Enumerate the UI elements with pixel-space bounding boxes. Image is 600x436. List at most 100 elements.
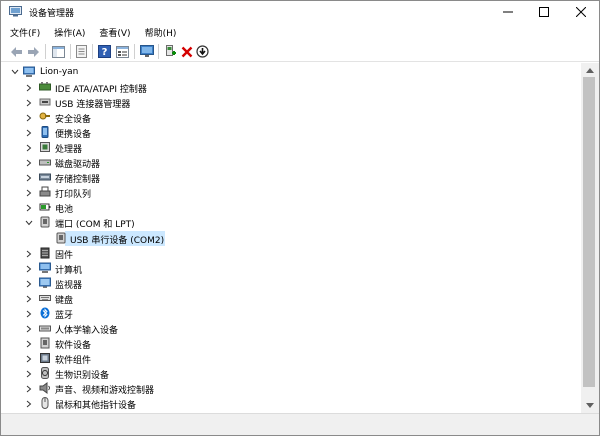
tree-category-label[interactable]: 打印队列 [55,187,91,200]
tree-category-label[interactable]: 声音、视频和游戏控制器 [55,383,154,396]
bluetooth-icon [40,307,50,319]
hid-icon [39,325,51,332]
chevron-up-icon [586,67,594,73]
tree-category-label[interactable]: 蓝牙 [55,308,73,321]
serial-port-icon [56,232,66,243]
maximize-button[interactable] [527,1,561,23]
maximize-icon [539,7,549,17]
tree-category-label[interactable]: IDE ATA/ATAPI 控制器 [55,82,147,95]
mouse-icon [41,397,49,410]
chevron-right-icon [26,400,32,408]
battery-icon [39,203,51,211]
expand-toggle[interactable] [25,279,33,289]
tree-category-label[interactable]: USB 连接器管理器 [55,97,130,110]
menu-file[interactable]: 文件(F) [10,26,40,39]
sound-video-icon [39,382,50,394]
collapse-root-toggle[interactable] [11,67,19,77]
close-icon [576,7,586,17]
collapse-toggle[interactable] [25,218,33,228]
expand-toggle[interactable] [25,249,33,259]
expand-toggle[interactable] [25,113,33,123]
tree-category-label[interactable]: 键盘 [55,293,73,306]
tree-category-label[interactable]: 磁盘驱动器 [55,157,100,170]
chevron-right-icon [26,189,32,197]
menu-action[interactable]: 操作(A) [54,26,85,39]
expand-toggle[interactable] [25,339,33,349]
keyboard-icon [39,294,51,301]
expand-toggle[interactable] [25,399,33,409]
tree-category-label[interactable]: 软件设备 [55,338,91,351]
device-manager-icon [9,6,22,17]
show-hide-tree-button[interactable] [51,44,66,59]
disk-drive-icon [39,159,51,166]
expand-toggle[interactable] [25,384,33,394]
tree-root-label[interactable]: Lion-yan [40,67,78,77]
tree-category-label[interactable]: 处理器 [55,142,82,155]
help-button[interactable]: ? [97,44,112,59]
chevron-right-icon [26,310,32,318]
monitor-icon [39,277,51,288]
expand-toggle[interactable] [25,83,33,93]
add-driver-button[interactable] [163,44,178,59]
expand-toggle[interactable] [25,158,33,168]
expand-toggle[interactable] [25,128,33,138]
tree-category-label[interactable]: 监视器 [55,278,82,291]
tree-category-label[interactable]: 计算机 [55,263,82,276]
expand-toggle[interactable] [25,324,33,334]
tree-category-label[interactable]: 端口 (COM 和 LPT) [55,217,135,230]
tree-category-label[interactable]: 软件组件 [55,353,91,366]
tree-category-label[interactable]: 电池 [55,202,73,215]
properties-button[interactable] [74,44,89,59]
scroll-up-button[interactable] [585,65,595,75]
firmware-icon [40,247,50,259]
scroll-down-button[interactable] [585,400,595,410]
scrollbar-thumb[interactable] [583,77,595,387]
ide-controller-icon [39,82,51,91]
minimize-icon [503,11,513,13]
expand-toggle[interactable] [25,294,33,304]
update-driver-button[interactable] [195,44,210,59]
expand-toggle[interactable] [25,203,33,213]
expand-toggle[interactable] [25,309,33,319]
scan-hardware-button[interactable] [139,44,154,59]
tree-category-label[interactable]: 生物识别设备 [55,368,109,381]
portable-device-icon [41,126,49,139]
tree-child-label[interactable]: USB 串行设备 (COM2) [70,233,164,246]
device-tree[interactable]: Lion-yan IDE ATA/ATAPI 控制器 USB 连接器管理器 安全设备… [1,63,581,413]
computer-root-icon [23,66,35,77]
minimize-button[interactable] [491,1,525,23]
expand-toggle[interactable] [25,354,33,364]
view-icon [116,45,129,58]
close-button[interactable] [564,1,598,23]
expand-toggle[interactable] [25,369,33,379]
view-button[interactable] [115,44,130,59]
tree-category-label[interactable]: 鼠标和其他指针设备 [55,398,136,411]
storage-controller-icon [39,173,51,181]
expand-toggle[interactable] [25,98,33,108]
chevron-right-icon [26,144,32,152]
expand-toggle[interactable] [25,143,33,153]
port-icon [40,216,50,228]
title-bar[interactable]: 设备管理器 [1,1,599,23]
uninstall-button[interactable] [179,44,194,59]
expand-toggle[interactable] [25,173,33,183]
tree-category-label[interactable]: 便携设备 [55,127,91,140]
properties-icon [76,45,87,58]
chevron-right-icon [26,385,32,393]
tree-category-label[interactable]: 固件 [55,248,73,261]
menu-help[interactable]: 帮助(H) [145,26,177,39]
back-button[interactable] [9,44,24,59]
tree-category-label[interactable]: 存储控制器 [55,172,100,185]
menu-view[interactable]: 查看(V) [99,26,130,39]
chevron-right-icon [26,205,32,212]
tree-category-label[interactable]: 人体学输入设备 [55,323,118,336]
vertical-scrollbar[interactable] [581,63,599,413]
chevron-down-icon [25,221,33,226]
expand-toggle[interactable] [25,188,33,198]
software-device-icon [40,337,50,349]
forward-button[interactable] [26,44,41,59]
software-component-icon [40,352,50,363]
tree-category-label[interactable]: 安全设备 [55,112,91,125]
expand-toggle[interactable] [25,264,33,274]
toolbar: ? [1,41,599,62]
